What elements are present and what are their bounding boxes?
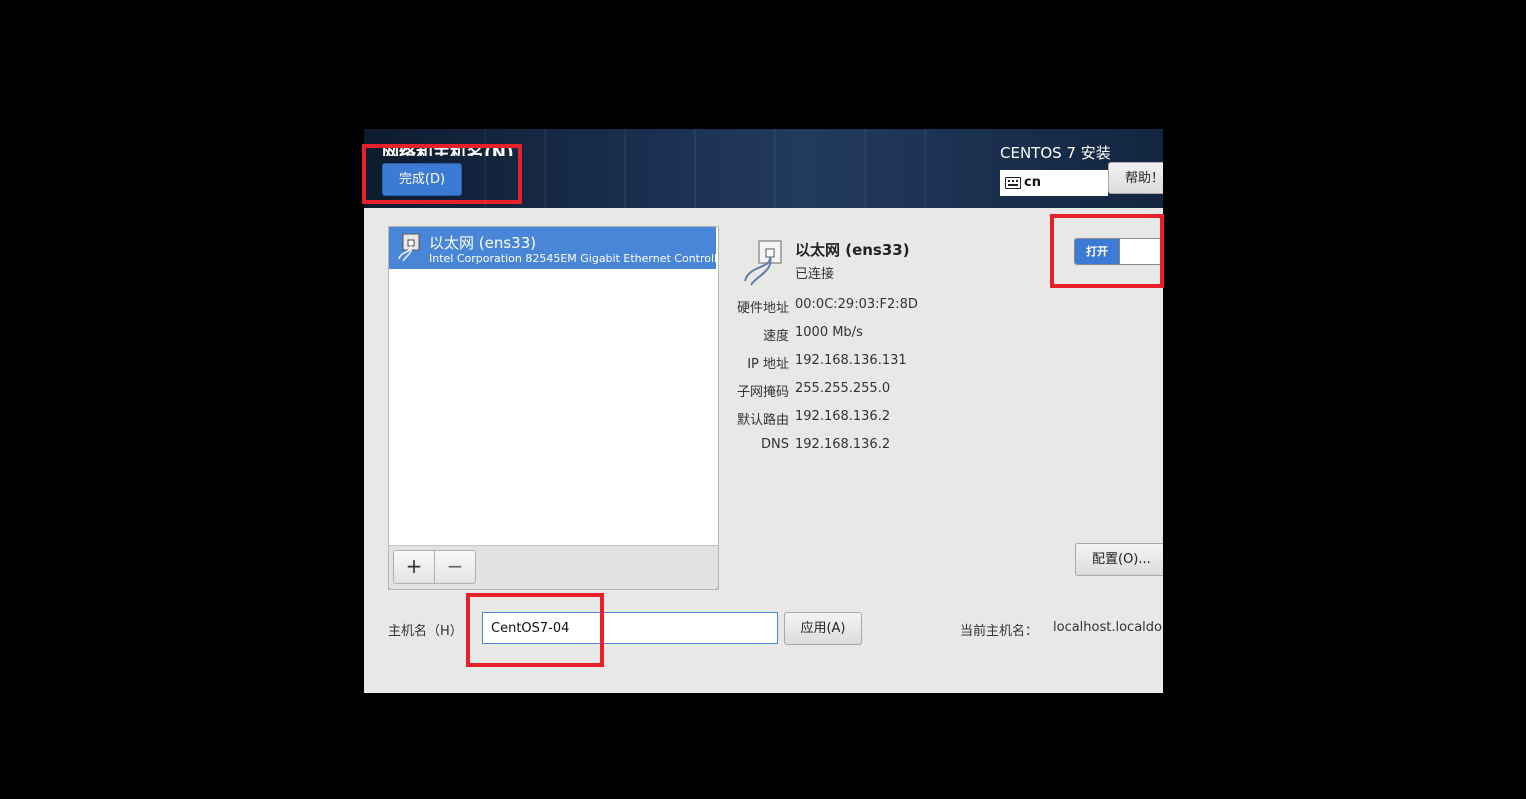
device-list: 以太网 (ens33) Intel Corporation 82545EM Gi… — [388, 226, 719, 590]
default-route-label: 默认路由 — [736, 413, 789, 428]
ip-address-value: 192.168.136.131 — [795, 353, 907, 368]
header-decoration — [544, 129, 546, 208]
speed-value: 1000 Mb/s — [795, 325, 863, 340]
remove-device-button[interactable]: − — [434, 550, 476, 584]
header-decoration — [864, 129, 866, 208]
header-decoration — [624, 129, 626, 208]
keyboard-icon — [1005, 177, 1021, 189]
configure-button[interactable]: 配置(O)... — [1075, 543, 1163, 576]
header-decoration — [694, 129, 696, 208]
device-name: 以太网 (ens33) — [429, 234, 537, 252]
help-button[interactable]: 帮助！ — [1108, 162, 1163, 194]
dns-value: 192.168.136.2 — [795, 437, 891, 452]
header-decoration — [774, 129, 776, 208]
current-hostname-value: localhost.localdomain — [1053, 620, 1163, 635]
apply-button[interactable]: 应用(A) — [784, 612, 862, 645]
keyboard-layout-indicator[interactable]: cn — [1000, 170, 1108, 196]
installer-window: 网络和主机名(N) 完成(D) CENTOS 7 安装 cn 帮助！ 以太网 (… — [364, 129, 1163, 693]
dns-label: DNS — [761, 437, 789, 452]
detail-device-name: 以太网 (ens33) — [795, 241, 910, 259]
hostname-input[interactable] — [482, 612, 778, 644]
done-button[interactable]: 完成(D) — [382, 163, 462, 196]
device-description: Intel Corporation 82545EM Gigabit Ethern… — [429, 252, 716, 265]
current-hostname-label: 当前主机名： — [960, 624, 1039, 639]
ip-address-label: IP 地址 — [747, 357, 789, 372]
ethernet-icon — [744, 240, 782, 286]
subnet-mask-value: 255.255.255.0 — [795, 381, 891, 396]
header-decoration — [924, 129, 926, 208]
hardware-address-value: 00:0C:29:03:F2:8D — [795, 297, 918, 312]
connection-status: 已连接 — [795, 267, 835, 282]
page-title: 网络和主机名(N) — [382, 144, 514, 156]
keyboard-layout-label: cn — [1024, 175, 1041, 190]
ethernet-icon — [398, 233, 420, 262]
device-list-item[interactable]: 以太网 (ens33) Intel Corporation 82545EM Gi… — [389, 227, 716, 269]
subnet-mask-label: 子网掩码 — [736, 385, 789, 400]
installer-title: CENTOS 7 安装 — [1000, 144, 1111, 162]
hostname-label: 主机名（H） — [388, 624, 463, 639]
toggle-on-label: 打开 — [1075, 239, 1120, 264]
connection-toggle[interactable]: 打开 — [1074, 238, 1163, 265]
hardware-address-label: 硬件地址 — [736, 301, 789, 316]
speed-label: 速度 — [762, 329, 789, 344]
device-list-toolbar: + − — [388, 545, 719, 590]
default-route-value: 192.168.136.2 — [795, 409, 891, 424]
header-bar: 网络和主机名(N) 完成(D) CENTOS 7 安装 cn 帮助！ — [364, 129, 1163, 208]
add-device-button[interactable]: + — [393, 550, 435, 584]
